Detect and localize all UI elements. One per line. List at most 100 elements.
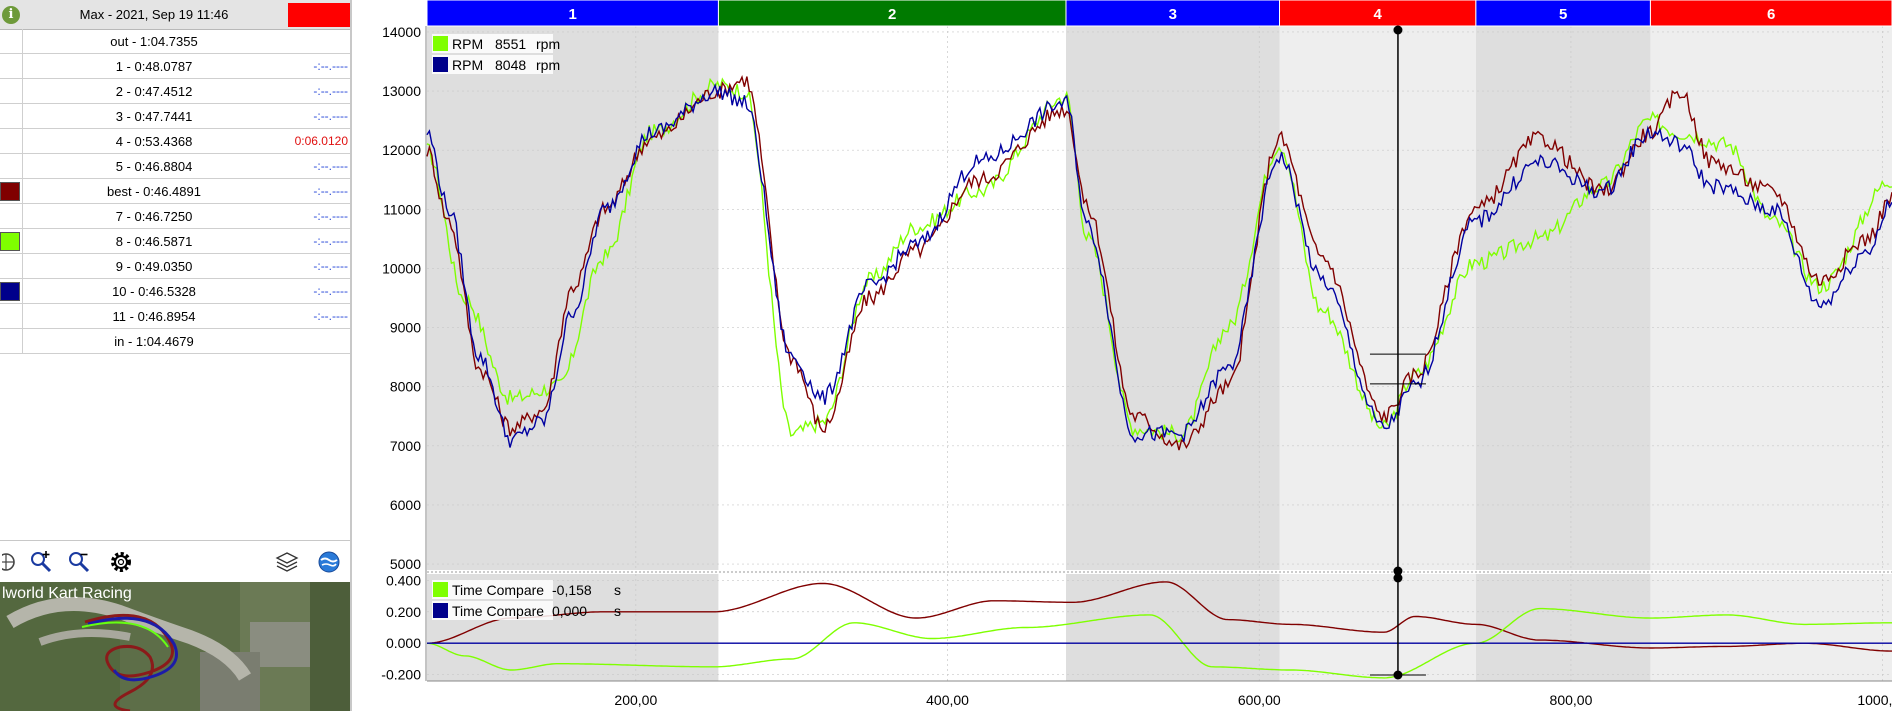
lap-time-label: out - 1:04.7355 bbox=[110, 34, 198, 49]
rpm-y-tick-label: 14000 bbox=[382, 24, 421, 40]
lap-color-swatch[interactable] bbox=[0, 82, 20, 101]
sector-band-timecompare bbox=[1065, 574, 1280, 681]
lap-color-swatch[interactable] bbox=[0, 107, 20, 126]
lap-time-label: 8 - 0:46.5871 bbox=[115, 234, 193, 249]
lap-color-swatch[interactable] bbox=[0, 182, 20, 201]
lap-diff-value: -:--.---- bbox=[313, 109, 348, 123]
lap-color-swatch[interactable] bbox=[0, 282, 20, 301]
lap-row[interactable]: 3 - 0:47.7441 -:--.---- bbox=[0, 104, 350, 129]
lap-color-swatch[interactable] bbox=[0, 132, 20, 151]
track-map[interactable]: lworld Kart Racing bbox=[0, 582, 350, 711]
legend-value: -0,158 bbox=[552, 582, 592, 598]
cursor-handle[interactable] bbox=[1393, 25, 1403, 35]
legend-value: 0,000 bbox=[552, 603, 587, 619]
lap-time-label: best - 0:46.4891 bbox=[107, 184, 201, 199]
lap-color-swatch[interactable] bbox=[0, 32, 20, 51]
rpm-y-tick-label: 8000 bbox=[390, 379, 421, 395]
lap-row[interactable]: out - 1:04.7355 bbox=[0, 29, 350, 54]
rpm-y-tick-label: 6000 bbox=[390, 497, 421, 513]
map-toolbar bbox=[0, 540, 350, 583]
x-tick-label: 1000,00 bbox=[1857, 692, 1892, 708]
sector-band-timecompare bbox=[1279, 574, 1476, 681]
sector-band-rpm bbox=[1279, 26, 1476, 570]
chart-area[interactable]: 1 2 3 4 5 6 5000 6000 7000 8000 9000 10000 11000 120… bbox=[352, 0, 1892, 711]
lap-time-label: 1 - 0:48.0787 bbox=[115, 59, 193, 74]
lap-row[interactable]: 11 - 0:46.8954 -:--.---- bbox=[0, 304, 350, 329]
lap-row[interactable]: 7 - 0:46.7250 -:--.---- bbox=[0, 204, 350, 229]
telemetry-chart[interactable]: 1 2 3 4 5 6 5000 6000 7000 8000 9000 10000 11000 120… bbox=[352, 0, 1892, 711]
sector-tab-label: 5 bbox=[1559, 6, 1567, 23]
x-tick-label: 600,00 bbox=[1238, 692, 1281, 708]
legend-unit: s bbox=[614, 582, 621, 598]
legend-unit: s bbox=[614, 603, 621, 619]
lap-color-swatch[interactable] bbox=[0, 307, 20, 326]
lap-diff-value: -:--.---- bbox=[313, 209, 348, 223]
zoom-out-icon[interactable] bbox=[66, 549, 92, 575]
legend-bg bbox=[432, 34, 553, 53]
layers-icon[interactable] bbox=[274, 549, 300, 575]
lap-row[interactable]: 9 - 0:49.0350 -:--.---- bbox=[0, 254, 350, 279]
tc-y-tick-label: -0.200 bbox=[381, 667, 421, 683]
zoom-in-icon[interactable] bbox=[28, 549, 54, 575]
track-map-image: lworld Kart Racing bbox=[0, 582, 350, 711]
tc-y-tick-label: 0.200 bbox=[386, 604, 421, 620]
session-header: i Max - 2021, Sep 19 11:46 bbox=[0, 0, 350, 30]
sector-band-timecompare bbox=[1650, 574, 1892, 681]
lap-time-label: 7 - 0:46.7250 bbox=[115, 209, 193, 224]
legend-swatch[interactable] bbox=[433, 582, 448, 597]
legend-label: Time Compare bbox=[452, 603, 544, 619]
legend-value: 8551 bbox=[495, 36, 526, 52]
legend-swatch[interactable] bbox=[433, 57, 448, 72]
lap-row[interactable]: in - 1:04.4679 bbox=[0, 329, 350, 354]
lap-color-swatch[interactable] bbox=[0, 207, 20, 226]
lap-row[interactable]: 1 - 0:48.0787 -:--.---- bbox=[0, 54, 350, 79]
rpm-y-tick-label: 11000 bbox=[383, 201, 421, 217]
globe-icon[interactable] bbox=[316, 549, 342, 575]
legend-swatch[interactable] bbox=[433, 603, 448, 618]
lap-color-swatch[interactable] bbox=[0, 232, 20, 251]
lap-row[interactable]: best - 0:46.4891 -:--.---- bbox=[0, 179, 350, 204]
lap-diff-value: -:--.---- bbox=[313, 284, 348, 298]
lap-row[interactable]: 8 - 0:46.5871 -:--.---- bbox=[0, 229, 350, 254]
lap-diff-value: -:--.---- bbox=[313, 309, 348, 323]
sector-band-rpm bbox=[427, 26, 719, 570]
lap-color-swatch[interactable] bbox=[0, 257, 20, 276]
sector-tab-label: 3 bbox=[1169, 6, 1177, 23]
tc-y-tick-label: 0.000 bbox=[386, 635, 421, 651]
legend-unit: rpm bbox=[536, 36, 560, 52]
legend-value: 8048 bbox=[495, 57, 526, 73]
sector-band-rpm bbox=[718, 26, 1066, 570]
lap-row[interactable]: 10 - 0:46.5328 -:--.---- bbox=[0, 279, 350, 304]
session-title: Max - 2021, Sep 19 11:46 bbox=[79, 7, 229, 22]
gear-icon[interactable] bbox=[108, 549, 134, 575]
rpm-y-tick-label: 13000 bbox=[382, 83, 421, 99]
sector-tab-label: 4 bbox=[1374, 6, 1383, 23]
rpm-y-tick-label: 5000 bbox=[390, 556, 421, 572]
lap-row[interactable]: 4 - 0:53.4368 0:06.0120 bbox=[0, 129, 350, 154]
tc-y-tick-label: 0.400 bbox=[386, 572, 421, 588]
rpm-y-tick-label: 9000 bbox=[390, 320, 421, 336]
lap-diff-value: 0:06.0120 bbox=[294, 134, 348, 148]
x-tick-label: 200,00 bbox=[614, 692, 657, 708]
x-tick-label: 800,00 bbox=[1550, 692, 1593, 708]
lap-time-label: 11 - 0:46.8954 bbox=[112, 309, 196, 324]
cursor-handle[interactable] bbox=[1393, 573, 1403, 583]
legend-unit: rpm bbox=[536, 57, 560, 73]
lap-time-label: 10 - 0:46.5328 bbox=[112, 284, 196, 299]
lap-row[interactable]: 2 - 0:47.4512 -:--.---- bbox=[0, 79, 350, 104]
lap-color-swatch[interactable] bbox=[0, 57, 20, 76]
legend-label: RPM bbox=[452, 57, 483, 73]
compass-icon[interactable] bbox=[2, 549, 28, 575]
lap-row[interactable]: 5 - 0:46.8804 -:--.---- bbox=[0, 154, 350, 179]
lap-time-label: 9 - 0:49.0350 bbox=[115, 259, 193, 274]
lap-time-label: 4 - 0:53.4368 bbox=[115, 134, 193, 149]
lap-diff-value: -:--.---- bbox=[313, 184, 348, 198]
lap-color-swatch[interactable] bbox=[0, 332, 20, 351]
lap-diff-value: -:--.---- bbox=[313, 59, 348, 73]
x-tick-label: 400,00 bbox=[926, 692, 969, 708]
legend-swatch[interactable] bbox=[433, 36, 448, 51]
session-color-flag bbox=[288, 3, 350, 27]
lap-color-swatch[interactable] bbox=[0, 157, 20, 176]
map-label: lworld Kart Racing bbox=[2, 585, 132, 602]
info-icon[interactable]: i bbox=[2, 6, 20, 24]
